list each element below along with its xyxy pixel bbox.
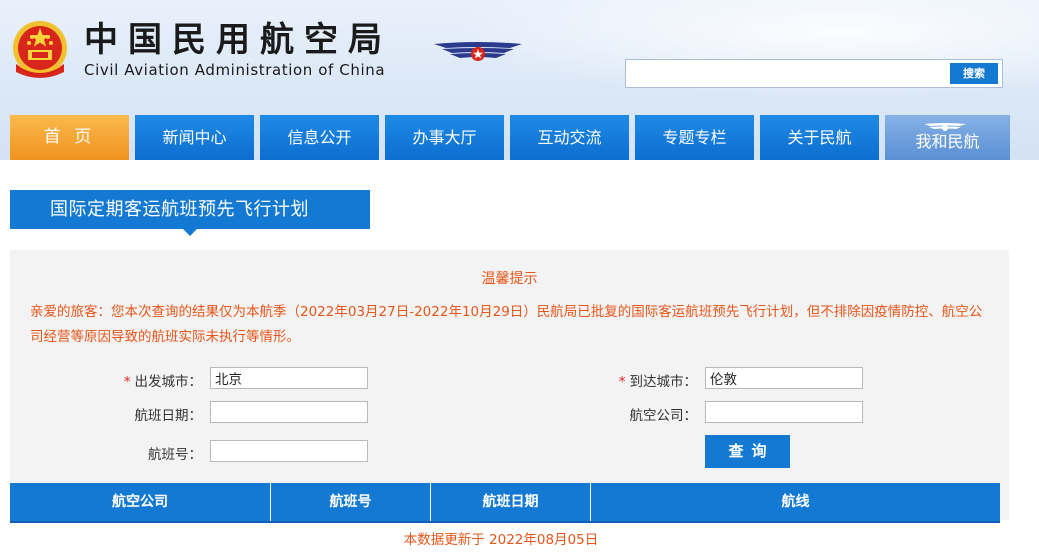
column-header-flight-date: 航班日期	[431, 483, 591, 521]
nav-item-info[interactable]: 信息公开	[260, 115, 379, 160]
search-button[interactable]: 搜索	[950, 63, 998, 84]
caac-wings-small-icon	[924, 123, 966, 131]
required-mark: *	[123, 374, 131, 390]
search-input[interactable]	[630, 63, 949, 86]
search-box: 搜索	[625, 59, 1003, 88]
column-header-airline: 航空公司	[10, 483, 271, 521]
section-title-pointer	[183, 229, 197, 236]
data-update-notice: 本数据更新于 2022年08月05日	[403, 532, 599, 548]
nav-item-news[interactable]: 新闻中心	[135, 115, 254, 160]
airline-input[interactable]	[705, 401, 863, 423]
site-title-cn: 中国民用航空局	[84, 20, 392, 60]
arrival-city-input[interactable]	[705, 367, 863, 389]
arrival-label: * 到达城市：	[618, 374, 697, 390]
column-header-route: 航线	[781, 494, 810, 510]
notice-title: 温馨提示	[481, 271, 538, 287]
national-emblem-icon	[13, 21, 67, 78]
caac-wings-icon	[434, 42, 522, 61]
flight-number-label: 航班号：	[148, 447, 202, 463]
notice-text: 亲爱的旅客：您本次查询的结果仅为本航季（2022年03月27日-2022年10月…	[30, 304, 983, 345]
query-button[interactable]: 查询	[705, 435, 790, 468]
results-table-header: 航空公司 航班号 航班日期 航线	[10, 483, 1000, 523]
flight-number-input[interactable]	[210, 440, 368, 462]
flight-date-input[interactable]	[210, 401, 368, 423]
nav-item-interaction[interactable]: 互动交流	[510, 115, 629, 160]
site-title-en: Civil Aviation Administration of China	[84, 61, 386, 79]
nav-item-me-and-caac[interactable]: 我和民航	[885, 115, 1010, 160]
column-header-flight-number: 航班号	[271, 483, 431, 521]
nav-item-topics[interactable]: 专题专栏	[635, 115, 754, 160]
nav-item-label: 我和民航	[915, 132, 980, 151]
section-title: 国际定期客运航班预先飞行计划	[10, 190, 370, 229]
nav-item-about[interactable]: 关于民航	[760, 115, 879, 160]
flight-date-label: 航班日期：	[134, 408, 203, 424]
nav-item-home[interactable]: 首 页	[10, 115, 129, 160]
departure-city-input[interactable]	[210, 367, 368, 389]
required-mark: *	[618, 374, 626, 390]
nav-item-services[interactable]: 办事大厅	[385, 115, 504, 160]
airline-label: 航空公司：	[629, 408, 698, 424]
departure-label: * 出发城市：	[123, 374, 202, 390]
main-nav: 首 页 新闻中心 信息公开 办事大厅 互动交流 专题专栏 关于民航 我和民航	[10, 115, 1039, 160]
